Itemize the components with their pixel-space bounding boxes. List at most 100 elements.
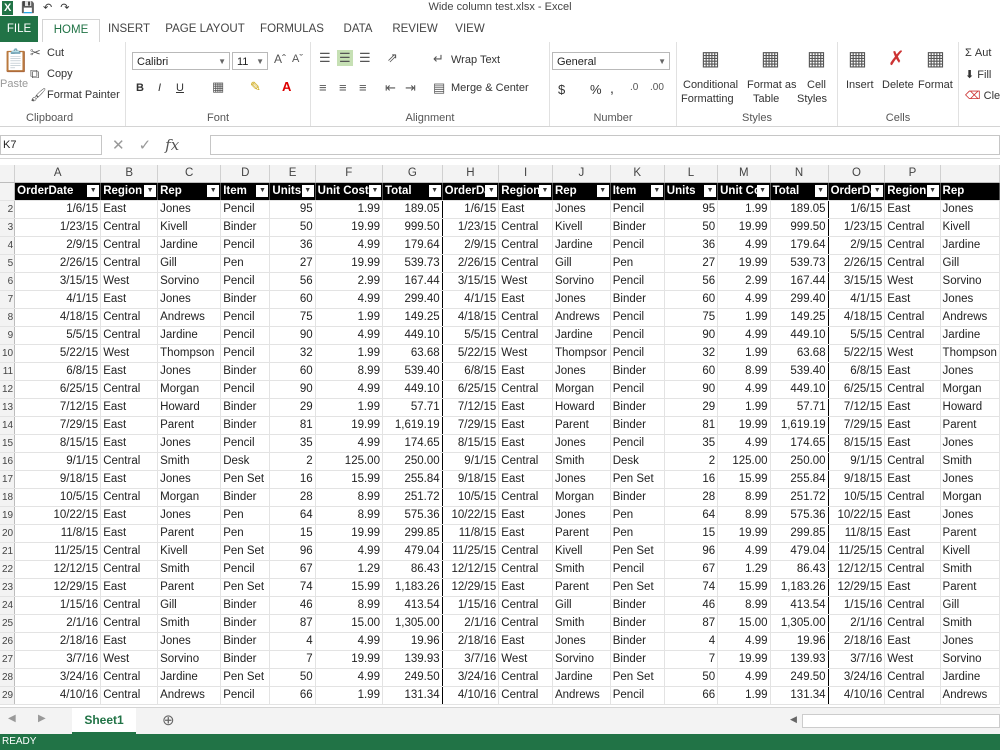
sheet-tab-sheet1[interactable]: Sheet1 — [72, 708, 136, 734]
cell[interactable]: Jones — [552, 632, 611, 651]
cell[interactable]: 575.36 — [382, 506, 443, 525]
cell[interactable]: 6/8/15 — [14, 362, 102, 381]
row-header[interactable]: 16 — [0, 452, 16, 471]
cell[interactable]: 9/18/15 — [14, 470, 102, 489]
table-header-cell[interactable]: Item ▼ — [220, 182, 271, 201]
cell[interactable]: Central — [884, 218, 941, 237]
column-header-g[interactable]: G — [382, 165, 443, 183]
cell[interactable]: Central — [100, 326, 159, 345]
cell[interactable]: Kivell — [157, 542, 222, 561]
cell[interactable]: East — [498, 632, 553, 651]
cell[interactable]: 12/12/15 — [14, 560, 102, 579]
cell[interactable]: West — [100, 344, 159, 363]
cell[interactable]: Pencil — [610, 380, 665, 399]
cell[interactable]: 250.00 — [382, 452, 443, 471]
cell[interactable]: Central — [498, 560, 553, 579]
cell[interactable]: Kivell — [552, 218, 611, 237]
cell[interactable]: 4/18/15 — [442, 308, 500, 327]
cell[interactable]: East — [884, 362, 941, 381]
cell[interactable]: 2/1/16 — [828, 614, 886, 633]
cell[interactable]: 19.99 — [315, 254, 383, 273]
row-header[interactable]: 25 — [0, 614, 16, 633]
cell[interactable]: 2/1/16 — [14, 614, 102, 633]
cell[interactable]: 3/15/15 — [14, 272, 102, 291]
cell-styles-button-line1[interactable]: Cell — [807, 79, 826, 91]
cell[interactable]: 10/5/15 — [442, 488, 500, 507]
cell[interactable]: East — [884, 200, 941, 219]
cell[interactable]: Jones — [157, 362, 222, 381]
cell[interactable]: Binder — [220, 596, 271, 615]
column-header-h[interactable]: H — [442, 165, 500, 183]
cell[interactable]: Jones — [940, 434, 1000, 453]
cell[interactable]: Jones — [552, 506, 611, 525]
cell[interactable]: 7/29/15 — [442, 416, 500, 435]
cell[interactable]: 4.99 — [717, 434, 771, 453]
cell[interactable]: East — [498, 200, 553, 219]
worksheet[interactable]: ABCDEFGHIJKLMNOP OrderDate ▼ Region ▼ Rep ▼ It… — [0, 165, 1000, 705]
cell[interactable]: Parent — [940, 578, 1000, 597]
cell[interactable]: Jardine — [552, 236, 611, 255]
tab-file[interactable]: FILE — [0, 16, 38, 42]
cell[interactable]: 10/22/15 — [14, 506, 102, 525]
cell[interactable]: Jones — [940, 506, 1000, 525]
column-header-o[interactable]: O — [828, 165, 886, 183]
cell[interactable]: 36 — [269, 236, 316, 255]
cell[interactable]: 63.68 — [770, 344, 829, 363]
cell[interactable]: 4.99 — [717, 668, 771, 687]
column-header-b[interactable]: B — [100, 165, 159, 183]
cell[interactable]: 1.29 — [315, 560, 383, 579]
cell[interactable]: 74 — [664, 578, 719, 597]
cell[interactable]: 1,183.26 — [770, 578, 829, 597]
cell[interactable]: 4.99 — [315, 326, 383, 345]
paste-icon[interactable]: 📋 — [2, 48, 29, 74]
cell[interactable]: 479.04 — [770, 542, 829, 561]
grow-font-icon[interactable]: Aˆ — [274, 52, 286, 66]
row-header[interactable]: 11 — [0, 362, 16, 381]
cell[interactable]: 1/15/16 — [828, 596, 886, 615]
cell[interactable]: West — [884, 344, 941, 363]
cell[interactable]: Jardine — [157, 326, 222, 345]
cell[interactable]: 9/1/15 — [14, 452, 102, 471]
cell[interactable]: Parent — [552, 524, 611, 543]
cell[interactable]: 1/23/15 — [14, 218, 102, 237]
cell[interactable]: 16 — [664, 470, 719, 489]
cell[interactable]: 174.65 — [382, 434, 443, 453]
row-header[interactable]: 19 — [0, 506, 16, 525]
cell[interactable]: Central — [100, 686, 159, 705]
cell[interactable]: Binder — [610, 632, 665, 651]
cell[interactable]: 8.99 — [315, 596, 383, 615]
fill-color-icon[interactable]: ✎ — [250, 79, 261, 95]
copy-button[interactable]: Copy — [47, 68, 73, 80]
cell[interactable]: 1/6/15 — [14, 200, 102, 219]
cell[interactable]: Central — [100, 308, 159, 327]
cell[interactable]: Parent — [940, 416, 1000, 435]
cell[interactable]: 139.93 — [382, 650, 443, 669]
top-align-icon[interactable]: ☰ — [319, 50, 331, 66]
cell[interactable]: 4.99 — [717, 542, 771, 561]
cell[interactable]: East — [884, 434, 941, 453]
cell[interactable]: East — [100, 470, 159, 489]
increase-decimal-icon[interactable]: .0 — [630, 82, 638, 93]
cell[interactable]: 19.99 — [315, 650, 383, 669]
cell[interactable]: 64 — [664, 506, 719, 525]
cell[interactable]: 15.99 — [315, 578, 383, 597]
cell[interactable]: Binder — [220, 614, 271, 633]
cell[interactable]: Gill — [552, 254, 611, 273]
cell[interactable]: 255.84 — [382, 470, 443, 489]
cell[interactable]: Binder — [220, 632, 271, 651]
cell[interactable]: 4/1/15 — [442, 290, 500, 309]
conditional-formatting-button-line2[interactable]: Formatting — [681, 93, 734, 105]
cell[interactable]: 1/6/15 — [442, 200, 500, 219]
cell[interactable]: Pen Set — [220, 578, 271, 597]
currency-button[interactable]: $ — [558, 82, 565, 97]
cell[interactable]: 299.40 — [770, 290, 829, 309]
column-header-d[interactable]: D — [220, 165, 271, 183]
row-header[interactable]: 21 — [0, 542, 16, 561]
cell[interactable]: 1/15/16 — [14, 596, 102, 615]
cell[interactable]: East — [100, 434, 159, 453]
cell[interactable]: 12/12/15 — [828, 560, 886, 579]
cell[interactable]: Morgan — [940, 380, 1000, 399]
table-header-cell[interactable]: Units ▼ — [664, 182, 719, 201]
cell[interactable]: 12/12/15 — [442, 560, 500, 579]
clear-button[interactable]: ⌫ Clea — [965, 89, 1000, 102]
